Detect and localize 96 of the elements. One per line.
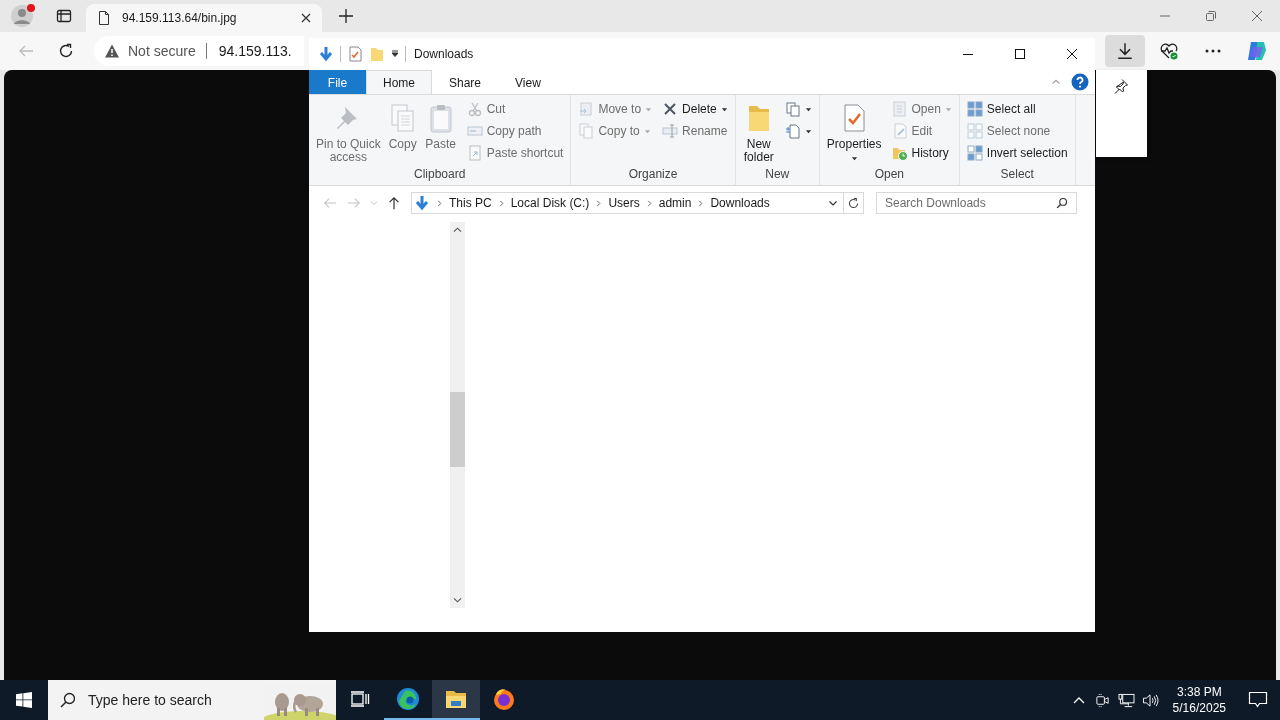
group-label: Open (873, 167, 905, 183)
chevron-right-icon (595, 199, 603, 207)
browser-tab[interactable]: 94.159.113.64/bin.jpg (86, 4, 322, 32)
refresh-button[interactable] (844, 192, 864, 214)
properties-icon[interactable] (347, 46, 363, 62)
shortcut-icon (466, 145, 483, 161)
breadcrumb[interactable]: Downloads (710, 196, 770, 210)
breadcrumb[interactable]: Local Disk (C:) (510, 196, 590, 210)
select-none-icon (966, 123, 983, 139)
documents-icon (578, 123, 595, 139)
open-icon (891, 101, 908, 117)
scrollbar-thumb[interactable] (450, 392, 465, 467)
move-icon (578, 101, 595, 117)
group-label: Select (999, 167, 1035, 183)
close-icon (1251, 10, 1263, 22)
search-icon (1056, 197, 1068, 209)
clock[interactable]: 3:38 PM 5/16/2025 (1162, 680, 1236, 720)
back-arrow-icon (323, 196, 337, 210)
restore-icon (1205, 10, 1217, 22)
address-field[interactable]: This PC Local Disk (C:) Users admin Downloads (411, 192, 844, 214)
ribbon-tab[interactable]: Share (432, 70, 499, 94)
select-all-icon (966, 101, 983, 117)
edit-icon (891, 123, 908, 139)
more-icon (1205, 49, 1221, 53)
group-label: New (764, 167, 791, 183)
warning-icon (104, 43, 120, 59)
address-bar[interactable]: Not secure 94.159.113. (94, 36, 304, 66)
refresh-icon (847, 196, 860, 210)
notification-dot-icon (27, 4, 35, 12)
chevron-right-icon (645, 199, 653, 207)
ribbon-tab[interactable]: Home (366, 70, 432, 94)
chevron-right-icon (497, 199, 505, 207)
chevron-up-icon (1072, 696, 1085, 704)
group-label: Organize (627, 167, 679, 183)
plus-icon (338, 8, 354, 24)
taskbar-app[interactable] (432, 680, 480, 720)
avatar-icon (10, 4, 34, 28)
breadcrumb[interactable]: admin (658, 196, 692, 210)
breadcrumb[interactable]: Users (608, 196, 640, 210)
document-icon (784, 123, 801, 139)
heart-pulse-icon (1159, 41, 1179, 61)
ribbon-button[interactable]: Invert selection (963, 142, 1071, 164)
downloads-button[interactable] (1105, 35, 1145, 67)
ribbon-button[interactable]: Select all (963, 98, 1071, 120)
ribbon-tab[interactable]: View (498, 70, 558, 94)
history-icon (891, 145, 908, 161)
search-icon (60, 692, 76, 708)
help-icon[interactable] (1071, 73, 1089, 91)
ribbon-button[interactable]: History (888, 142, 955, 164)
edge-icon (396, 687, 420, 711)
scroll-up-icon[interactable] (453, 226, 462, 233)
chevron-right-icon (436, 199, 443, 207)
url-text: 94.159.113. (218, 43, 292, 59)
ribbon-button[interactable]: Delete (659, 98, 731, 120)
maximize-icon (1014, 48, 1026, 60)
scissors-icon (466, 101, 483, 117)
ribbon-button[interactable]: Properties (823, 98, 885, 167)
group-label: Clipboard (413, 167, 467, 183)
download-arrow-icon (414, 195, 430, 211)
close-icon (1066, 48, 1078, 60)
download-arrow-icon[interactable] (318, 46, 334, 62)
ribbon-button[interactable]: New folder (739, 98, 778, 167)
scroll-down-icon[interactable] (453, 597, 462, 604)
chevron-down-icon[interactable] (828, 198, 838, 208)
caret-icon[interactable] (391, 50, 399, 58)
copilot-icon (1245, 39, 1269, 63)
breadcrumb[interactable]: This PC (449, 196, 492, 210)
scrollbar[interactable] (450, 222, 465, 608)
tab-actions-icon (56, 8, 72, 24)
chevron-down-icon (370, 199, 378, 207)
path-icon (466, 123, 483, 139)
security-button[interactable]: Not secure (104, 43, 207, 59)
refresh-icon (58, 43, 74, 59)
window-title: Downloads (414, 47, 474, 61)
download-icon (1116, 42, 1134, 60)
delete-icon (662, 101, 679, 117)
rename-icon (662, 123, 679, 139)
pin-icon (1113, 78, 1129, 94)
firefox-icon (492, 687, 516, 711)
search-field[interactable]: Search Downloads (876, 192, 1077, 214)
up-arrow-icon (387, 196, 401, 210)
collapse-icon[interactable] (1051, 77, 1061, 87)
close-icon[interactable] (300, 12, 312, 24)
document-icon (96, 10, 112, 26)
camera-icon (1095, 692, 1111, 708)
invert-selection-icon (966, 145, 983, 161)
chevron-right-icon (697, 199, 705, 207)
ribbon-tab[interactable]: File (309, 70, 366, 94)
windows-icon (16, 692, 32, 708)
forward-arrow-icon (347, 196, 361, 210)
volume-icon (1142, 692, 1160, 708)
notification-icon (1248, 691, 1268, 709)
task-view-icon (350, 691, 370, 707)
network-icon (1118, 692, 1136, 708)
back-arrow-icon (18, 43, 34, 59)
documents-icon (784, 101, 801, 117)
